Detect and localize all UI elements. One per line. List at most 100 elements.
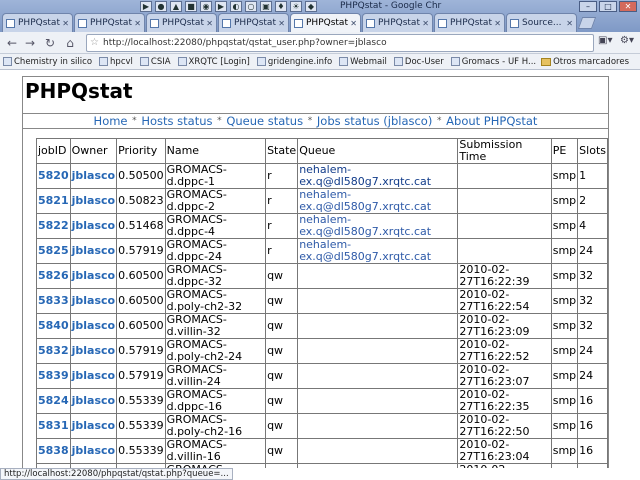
queue-link[interactable]: nehalem-ex.q@dl580g7.xrqtc.cat bbox=[299, 240, 431, 263]
bookmark-icon bbox=[256, 57, 266, 66]
phpqstat-frame: PHPQstat Home * Hosts status * Queue sta… bbox=[22, 76, 609, 468]
bookmark-icon bbox=[139, 57, 149, 66]
tray-icon[interactable]: ● bbox=[155, 1, 167, 12]
owner-link[interactable]: jblasco bbox=[69, 413, 118, 439]
page-menu-icon[interactable]: ▣▾ bbox=[598, 35, 612, 46]
page-icon bbox=[6, 18, 15, 28]
home-icon[interactable]: ⌂ bbox=[62, 35, 78, 51]
minimize-icon[interactable]: – bbox=[579, 1, 597, 12]
bookmark-star-icon[interactable]: ☆ bbox=[90, 35, 99, 51]
job-name-cell: GROMACS-d.dppc-2 bbox=[164, 188, 267, 214]
nav-queue-status-link[interactable]: Queue status bbox=[226, 114, 303, 128]
browser-tab-active[interactable]: PHPQstat ✕ bbox=[290, 13, 361, 32]
browser-tab[interactable]: PHPQstat ✕ bbox=[146, 13, 217, 32]
bookmark-item[interactable]: Chemistry in silico bbox=[3, 57, 92, 67]
pe-cell: smp bbox=[550, 438, 579, 464]
job-id-link[interactable]: 5820 bbox=[36, 163, 71, 189]
job-id-link[interactable]: 5822 bbox=[36, 213, 71, 239]
nav-hosts-status-link[interactable]: Hosts status bbox=[141, 114, 212, 128]
tray-icon[interactable]: ♦ bbox=[275, 1, 287, 12]
tray-icon[interactable]: ■ bbox=[185, 1, 197, 12]
nav-jobs-status-link[interactable]: Jobs status (jblasco) bbox=[317, 114, 432, 128]
owner-link[interactable]: jblasco bbox=[69, 238, 118, 264]
tray-icon[interactable]: ☀ bbox=[290, 1, 302, 12]
browser-tab[interactable]: PHPQstat ✕ bbox=[2, 13, 73, 32]
job-id-link[interactable]: 5839 bbox=[36, 363, 71, 389]
bookmark-item[interactable]: Doc-User bbox=[393, 57, 444, 67]
queue-link[interactable]: nehalem-ex.q@dl580g7.xrqtc.cat bbox=[299, 190, 431, 213]
tray-icon[interactable]: ◆ bbox=[305, 1, 317, 12]
page-icon bbox=[366, 18, 375, 28]
nav-home-link[interactable]: Home bbox=[94, 114, 128, 128]
new-tab-button[interactable] bbox=[577, 17, 597, 29]
browser-tab[interactable]: PHPQstat ✕ bbox=[218, 13, 289, 32]
job-id-link[interactable]: 5826 bbox=[36, 263, 71, 289]
wrench-icon[interactable]: ⚙▾ bbox=[620, 35, 634, 46]
pe-cell: smp bbox=[550, 238, 579, 264]
close-tab-icon[interactable]: ✕ bbox=[206, 19, 213, 28]
address-bar[interactable]: ☆ http://localhost:22080/phpqstat/qstat_… bbox=[86, 34, 594, 52]
browser-tab[interactable]: PHPQstat ✕ bbox=[434, 13, 505, 32]
bookmark-item[interactable]: Webmail bbox=[339, 57, 387, 67]
maximize-icon[interactable]: □ bbox=[599, 1, 617, 12]
job-id-link[interactable]: 5838 bbox=[36, 438, 71, 464]
other-bookmarks[interactable]: Otros marcadores bbox=[541, 57, 629, 67]
close-tab-icon[interactable]: ✕ bbox=[422, 19, 429, 28]
slots-cell: 24 bbox=[577, 238, 608, 264]
owner-link[interactable]: jblasco bbox=[69, 188, 118, 214]
nav-about-link[interactable]: About PHPQstat bbox=[446, 114, 537, 128]
owner-link[interactable]: jblasco bbox=[69, 213, 118, 239]
job-id-link[interactable]: 5821 bbox=[36, 188, 71, 214]
queue-link[interactable]: nehalem-ex.q@dl580g7.xrqtc.cat bbox=[299, 215, 431, 238]
owner-link[interactable]: jblasco bbox=[69, 313, 118, 339]
bookmark-item[interactable]: gridengine.info bbox=[256, 57, 332, 67]
tray-icon[interactable]: ◐ bbox=[230, 1, 242, 12]
close-tab-icon[interactable]: ✕ bbox=[494, 19, 501, 28]
job-id-link[interactable]: 5832 bbox=[36, 338, 71, 364]
submission-time-cell: 2010-02-27T16:22:54 bbox=[457, 288, 552, 314]
bookmark-item[interactable]: hpcvl bbox=[99, 57, 133, 67]
priority-cell: 0.60500 bbox=[116, 288, 166, 314]
table-row: 5833 jblasco 0.60500 GROMACS-d.poly-ch2-32 q… bbox=[36, 288, 608, 314]
browser-tab[interactable]: PHPQstat ✕ bbox=[74, 13, 145, 32]
forward-icon[interactable]: → bbox=[22, 35, 38, 51]
owner-link[interactable]: jblasco bbox=[69, 163, 118, 189]
job-id-link[interactable]: 5840 bbox=[36, 313, 71, 339]
owner-link[interactable]: jblasco bbox=[69, 288, 118, 314]
table-row: 5825 jblasco 0.57919 GROMACS-d.dppc-24 r neha… bbox=[36, 238, 608, 264]
reload-icon[interactable]: ↻ bbox=[42, 35, 58, 51]
owner-link[interactable]: jblasco bbox=[69, 438, 118, 464]
tray-icon[interactable]: ○ bbox=[245, 1, 257, 12]
close-tab-icon[interactable]: ✕ bbox=[134, 19, 141, 28]
queue-link[interactable]: nehalem-ex.q@dl580g7.xrqtc.cat bbox=[299, 165, 431, 188]
job-name-cell: GROMACS-d.poly-ch2-32 bbox=[164, 288, 267, 314]
browser-tab[interactable]: PHPQstat ✕ bbox=[362, 13, 433, 32]
close-icon[interactable]: ✕ bbox=[619, 1, 637, 12]
close-tab-icon[interactable]: ✕ bbox=[566, 19, 573, 28]
page-icon bbox=[510, 18, 519, 28]
table-row: 5822 jblasco 0.51468 GROMACS-d.dppc-4 r nehal… bbox=[36, 213, 608, 239]
submission-time-cell: 2010-02-27T16:22:33 bbox=[457, 463, 552, 468]
close-tab-icon[interactable]: ✕ bbox=[350, 19, 357, 28]
close-tab-icon[interactable]: ✕ bbox=[62, 19, 69, 28]
job-id-link[interactable]: 5833 bbox=[36, 288, 71, 314]
tray-icon[interactable]: ▣ bbox=[260, 1, 272, 12]
owner-link[interactable]: jblasco bbox=[69, 263, 118, 289]
tray-icon[interactable]: ▶ bbox=[215, 1, 227, 12]
tray-icon[interactable]: ▶ bbox=[140, 1, 152, 12]
browser-tab[interactable]: Source... ✕ bbox=[506, 13, 577, 32]
tray-icon[interactable]: ◉ bbox=[200, 1, 212, 12]
close-tab-icon[interactable]: ✕ bbox=[278, 19, 285, 28]
bookmark-item[interactable]: Gromacs - UF H... bbox=[450, 57, 536, 67]
tray-icon[interactable]: ▲ bbox=[170, 1, 182, 12]
queue-cell bbox=[297, 313, 459, 339]
job-id-link[interactable]: 5831 bbox=[36, 413, 71, 439]
owner-link[interactable]: jblasco bbox=[69, 338, 118, 364]
job-id-link[interactable]: 5825 bbox=[36, 238, 71, 264]
bookmark-item[interactable]: CSIA bbox=[139, 57, 171, 67]
owner-link[interactable]: jblasco bbox=[69, 363, 118, 389]
owner-link[interactable]: jblasco bbox=[69, 388, 118, 414]
bookmark-item[interactable]: XRQTC [Login] bbox=[177, 57, 250, 67]
back-icon[interactable]: ← bbox=[4, 35, 20, 51]
job-id-link[interactable]: 5824 bbox=[36, 388, 71, 414]
